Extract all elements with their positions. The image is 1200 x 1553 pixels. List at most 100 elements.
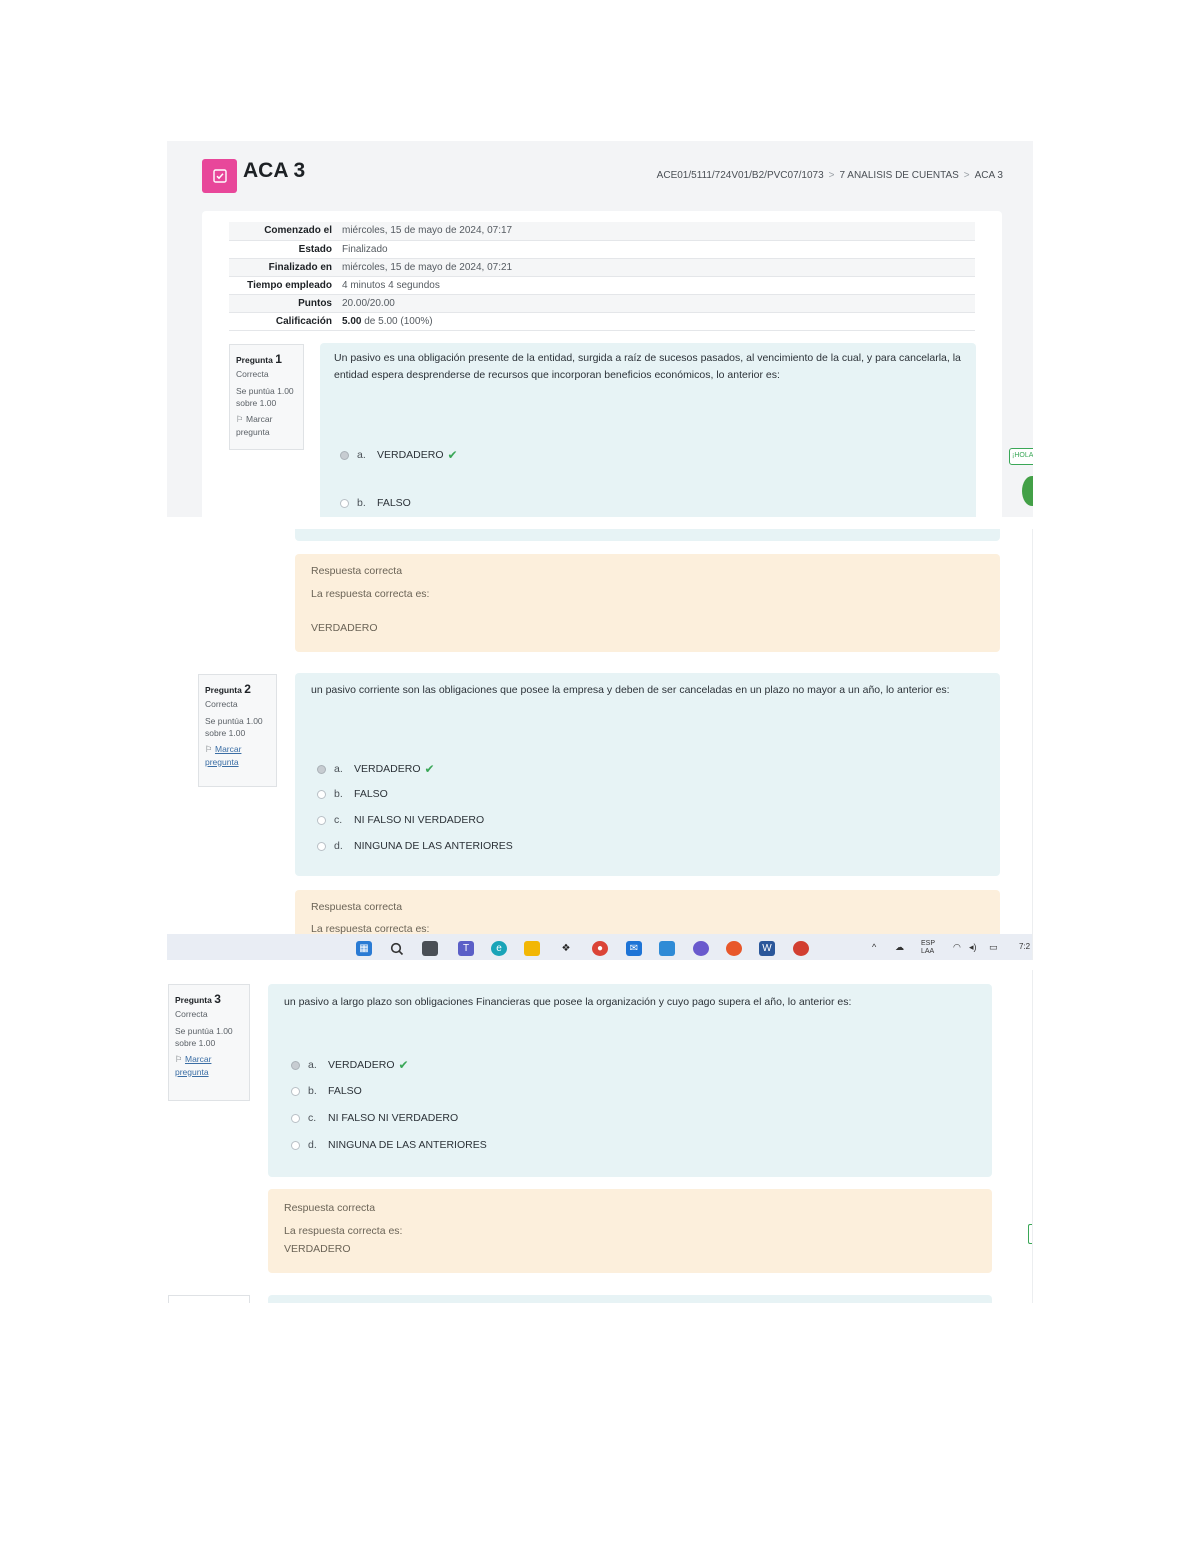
question-score: Se puntúa 1.00 sobre 1.00 (175, 1025, 233, 1049)
radio-button[interactable] (317, 789, 326, 799)
breadcrumb-separator-icon: > (828, 170, 835, 181)
breadcrumb: ACE01/5111/724V01/B2/PVC07/1073 >7 ANALIS… (657, 170, 1003, 181)
battery-icon[interactable]: ▭ (989, 942, 998, 953)
flag-question-link[interactable]: ⚐ Marcar pregunta (205, 743, 270, 768)
feedback-answer: VERDADERO (284, 1243, 351, 1255)
answer-option-a[interactable]: a. VERDADERO ✔ (340, 448, 458, 462)
language-indicator[interactable]: ESP LAA (921, 940, 935, 955)
flag-icon: ⚐ (236, 414, 246, 425)
summary-row-finished: Finalizado en miércoles, 15 de mayo de 20… (229, 258, 975, 277)
chrome-icon[interactable]: ● (592, 941, 608, 956)
summary-label: Estado (229, 240, 337, 259)
photos-icon[interactable] (693, 941, 709, 956)
wifi-icon[interactable]: ◠ (953, 942, 961, 953)
breadcrumb-separator-icon: > (963, 170, 970, 181)
question-text: un pasivo corriente son las obligaciones… (311, 684, 950, 696)
attempt-summary-table: Comenzado el miércoles, 15 de mayo de 202… (229, 222, 975, 331)
question-info-4-partial (168, 1295, 250, 1303)
question-status: Correcta (236, 369, 269, 380)
summary-label: Puntos (229, 294, 337, 313)
chrome-dev-icon[interactable] (793, 941, 809, 956)
correct-check-icon: ✔ (424, 762, 435, 776)
answer-option-a[interactable]: a. VERDADERO ✔ (291, 1058, 409, 1072)
answer-option-d[interactable]: d. NINGUNA DE LAS ANTERIORES (317, 840, 513, 852)
screenshot-question-3: Pregunta 3 Correcta Se puntúa 1.00 sobre… (167, 970, 1033, 1303)
flag-question-link[interactable]: ⚐ Marcar pregunta (175, 1053, 243, 1078)
search-icon[interactable] (389, 941, 405, 956)
chat-widget-button[interactable]: ¡HOLA (1009, 448, 1033, 465)
feedback-title: Respuesta correcta (311, 565, 403, 577)
question-score: Se puntúa 1.00 sobre 1.00 (205, 715, 263, 739)
correct-check-icon: ✔ (447, 448, 458, 462)
screenshot-questions-1-2: Respuesta correcta La respuesta correcta… (167, 529, 1033, 960)
summary-label: Calificación (229, 312, 337, 331)
word-icon[interactable]: W (759, 941, 775, 956)
question-text: Un pasivo es una obligación presente de … (334, 352, 961, 381)
radio-button[interactable] (340, 498, 349, 508)
question-status: Correcta (205, 699, 238, 710)
answer-option-b[interactable]: b. FALSO (317, 788, 388, 800)
summary-row-started: Comenzado el miércoles, 15 de mayo de 202… (229, 222, 975, 241)
flag-question-link[interactable]: ⚐ Marcar pregunta (236, 413, 297, 438)
answer-option-c[interactable]: c. NI FALSO NI VERDADERO (317, 814, 484, 826)
feedback-title: Respuesta correcta (311, 901, 403, 913)
file-explorer-icon[interactable] (524, 941, 540, 956)
question-content-4-partial (268, 1295, 992, 1303)
question-info-1: Pregunta 1 Correcta Se puntúa 1.00 sobre… (229, 344, 304, 450)
radio-button[interactable] (317, 764, 326, 774)
summary-label: Comenzado el (229, 222, 337, 241)
onedrive-icon[interactable]: ☁ (895, 942, 904, 953)
breadcrumb-course[interactable]: ACE01/5111/724V01/B2/PVC07/1073 (657, 170, 824, 181)
flag-icon: ⚐ (205, 744, 215, 755)
flag-icon: ⚐ (175, 1054, 185, 1065)
answer-option-a[interactable]: a. VERDADERO ✔ (317, 762, 435, 776)
task-view-icon[interactable] (422, 941, 438, 956)
summary-label: Tiempo empleado (229, 276, 337, 295)
breadcrumb-current: ACA 3 (974, 170, 1003, 181)
question-number: Pregunta 1 (236, 352, 282, 366)
store-icon[interactable] (659, 941, 675, 956)
clock[interactable]: 7:2 (1019, 942, 1030, 951)
question-score: Se puntúa 1.00 sobre 1.00 (236, 385, 294, 409)
summary-value: miércoles, 15 de mayo de 2024, 07:21 (337, 258, 975, 277)
question-content-1-tail (295, 529, 1000, 541)
page-title: ACA 3 (243, 159, 306, 182)
windows-taskbar: ▦ T e ❖ ● ✉ W ^ ☁ ESP LAA ◠ ◂) ▭ 7:2 (167, 934, 1032, 960)
summary-value: 20.00/20.00 (337, 294, 975, 313)
tray-expand-icon[interactable]: ^ (872, 942, 876, 952)
radio-button[interactable] (317, 815, 326, 825)
dropbox-icon[interactable]: ❖ (558, 941, 574, 956)
answer-option-c[interactable]: c. NI FALSO NI VERDADERO (291, 1112, 458, 1124)
summary-value: miércoles, 15 de mayo de 2024, 07:17 (337, 222, 975, 241)
answer-option-b[interactable]: b. FALSO (291, 1085, 362, 1097)
windows-start-icon[interactable]: ▦ (356, 941, 372, 956)
screenshot-quiz-summary: ACA 3 ACE01/5111/724V01/B2/PVC07/1073 >7 … (167, 141, 1033, 517)
radio-button[interactable] (291, 1086, 300, 1096)
feedback-answer: VERDADERO (311, 622, 378, 634)
feedback-intro: La respuesta correcta es: (311, 588, 430, 600)
assistant-avatar-icon[interactable] (1022, 476, 1033, 506)
question-text: un pasivo a largo plazo son obligaciones… (284, 996, 852, 1008)
feedback-intro: La respuesta correcta es: (284, 1225, 403, 1237)
attempt-review-card: Comenzado el miércoles, 15 de mayo de 202… (202, 211, 1002, 517)
edge-icon[interactable]: e (491, 941, 507, 956)
radio-button[interactable] (317, 841, 326, 851)
summary-row-grade: Calificación 5.00 de 5.00 (100%) (229, 312, 975, 331)
summary-value: 5.00 de 5.00 (100%) (337, 312, 975, 331)
summary-value: 4 minutos 4 segundos (337, 276, 975, 295)
feedback-title: Respuesta correcta (284, 1202, 376, 1214)
mail-icon[interactable]: ✉ (626, 941, 642, 956)
radio-button[interactable] (291, 1060, 300, 1070)
answer-option-b[interactable]: b. FALSO (340, 497, 411, 509)
question-info-3: Pregunta 3 Correcta Se puntúa 1.00 sobre… (168, 984, 250, 1101)
answer-option-d[interactable]: d. NINGUNA DE LAS ANTERIORES (291, 1139, 487, 1151)
firefox-icon[interactable] (726, 941, 742, 956)
question-status: Correcta (175, 1009, 208, 1020)
breadcrumb-section[interactable]: 7 ANALISIS DE CUENTAS (840, 170, 959, 181)
side-tab-icon[interactable] (1028, 1224, 1032, 1244)
volume-icon[interactable]: ◂) (969, 942, 977, 953)
teams-icon[interactable]: T (458, 941, 474, 956)
radio-button[interactable] (291, 1113, 300, 1123)
radio-button[interactable] (291, 1140, 300, 1150)
radio-button[interactable] (340, 450, 349, 460)
